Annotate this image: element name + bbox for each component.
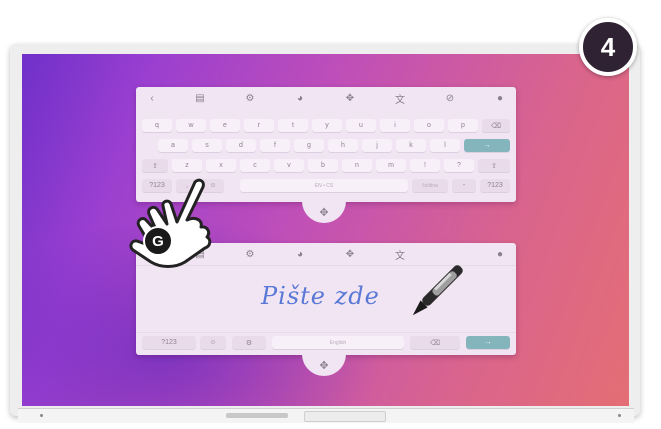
key-w[interactable]: w — [176, 119, 206, 132]
port-panel — [226, 413, 288, 418]
key-k[interactable]: k — [396, 139, 426, 152]
shift-key[interactable]: ⇧ — [142, 159, 168, 172]
key-r[interactable]: r — [244, 119, 274, 132]
key-exclamation[interactable]: ! — [410, 159, 440, 172]
hw-space-key[interactable]: English — [272, 336, 404, 349]
key-c[interactable]: c — [240, 159, 270, 172]
dash-key[interactable]: - — [452, 179, 476, 192]
step-number-badge: 4 — [579, 18, 637, 76]
key-b[interactable]: b — [308, 159, 338, 172]
key-u[interactable]: u — [346, 119, 376, 132]
move-icon[interactable]: ✥ — [342, 90, 358, 106]
display-bottom-bar — [18, 408, 634, 423]
move-handle-icon: ✥ — [319, 206, 329, 219]
handwriting-canvas[interactable]: Pište zde — [136, 265, 516, 333]
enter-key[interactable]: → — [464, 139, 510, 152]
key-a[interactable]: a — [158, 139, 188, 152]
stylus-pen-icon — [412, 265, 463, 316]
indicator-dot — [40, 414, 43, 417]
hw-space-label: English — [329, 339, 347, 346]
microphone-icon[interactable]: ● — [492, 246, 508, 262]
back-icon[interactable]: ‹ — [144, 90, 160, 106]
keyboard-toolbar: ‹ ▤ ⚙ ◕ ✥ 文 ⊘ ● — [136, 87, 516, 109]
key-question[interactable]: ? — [444, 159, 474, 172]
key-i[interactable]: i — [380, 119, 410, 132]
key-g[interactable]: g — [294, 139, 324, 152]
space-key[interactable]: EN • CS — [240, 179, 408, 192]
language-key[interactable]: čeština — [412, 179, 448, 192]
backspace-key[interactable]: ⌫ — [482, 119, 510, 132]
space-key-label: EN • CS — [314, 182, 334, 189]
key-n[interactable]: n — [342, 159, 372, 172]
key-y[interactable]: y — [312, 119, 342, 132]
key-v[interactable]: v — [274, 159, 304, 172]
microphone-icon[interactable]: ● — [492, 90, 508, 106]
indicator-dot — [618, 414, 621, 417]
language-key-label: čeština — [422, 182, 438, 189]
hw-emoji-key[interactable]: ☺ — [200, 336, 226, 349]
front-buttons[interactable] — [304, 411, 386, 422]
move-handle-icon: ✥ — [319, 359, 329, 372]
key-p[interactable]: p — [448, 119, 478, 132]
settings-icon[interactable]: ⚙ — [242, 246, 258, 262]
key-s[interactable]: s — [192, 139, 222, 152]
key-f[interactable]: f — [260, 139, 290, 152]
key-d[interactable]: d — [226, 139, 256, 152]
hw-backspace-key[interactable]: ⌫ — [410, 336, 460, 349]
hw-symbols-key[interactable]: ?123 — [142, 336, 196, 349]
translate-icon[interactable]: 文 — [392, 90, 408, 106]
numbers-key[interactable]: ?123 — [480, 179, 510, 192]
palette-icon[interactable]: ◕ — [292, 246, 308, 262]
key-e[interactable]: e — [210, 119, 240, 132]
settings-icon[interactable]: ⚙ — [242, 90, 258, 106]
key-m[interactable]: m — [376, 159, 406, 172]
key-z[interactable]: z — [172, 159, 202, 172]
key-j[interactable]: j — [362, 139, 392, 152]
key-l[interactable]: l — [430, 139, 460, 152]
key-o[interactable]: o — [414, 119, 444, 132]
handwriting-off-icon[interactable]: ⊘ — [442, 90, 458, 106]
hw-enter-key[interactable]: → — [466, 336, 510, 349]
pointing-hand-icon — [129, 178, 212, 268]
move-icon[interactable]: ✥ — [342, 246, 358, 262]
palette-icon[interactable]: ◕ — [292, 90, 308, 106]
key-t[interactable]: t — [278, 119, 308, 132]
hw-settings-key[interactable]: ⚙ — [232, 336, 266, 349]
shift-key-right[interactable]: ⇧ — [478, 159, 510, 172]
handwriting-sample-text: Pište zde — [261, 282, 380, 310]
key-q[interactable]: q — [142, 119, 172, 132]
clipboard-icon[interactable]: ▤ — [192, 90, 208, 106]
key-x[interactable]: x — [206, 159, 236, 172]
gesture-badge: G — [143, 226, 173, 256]
key-h[interactable]: h — [328, 139, 358, 152]
